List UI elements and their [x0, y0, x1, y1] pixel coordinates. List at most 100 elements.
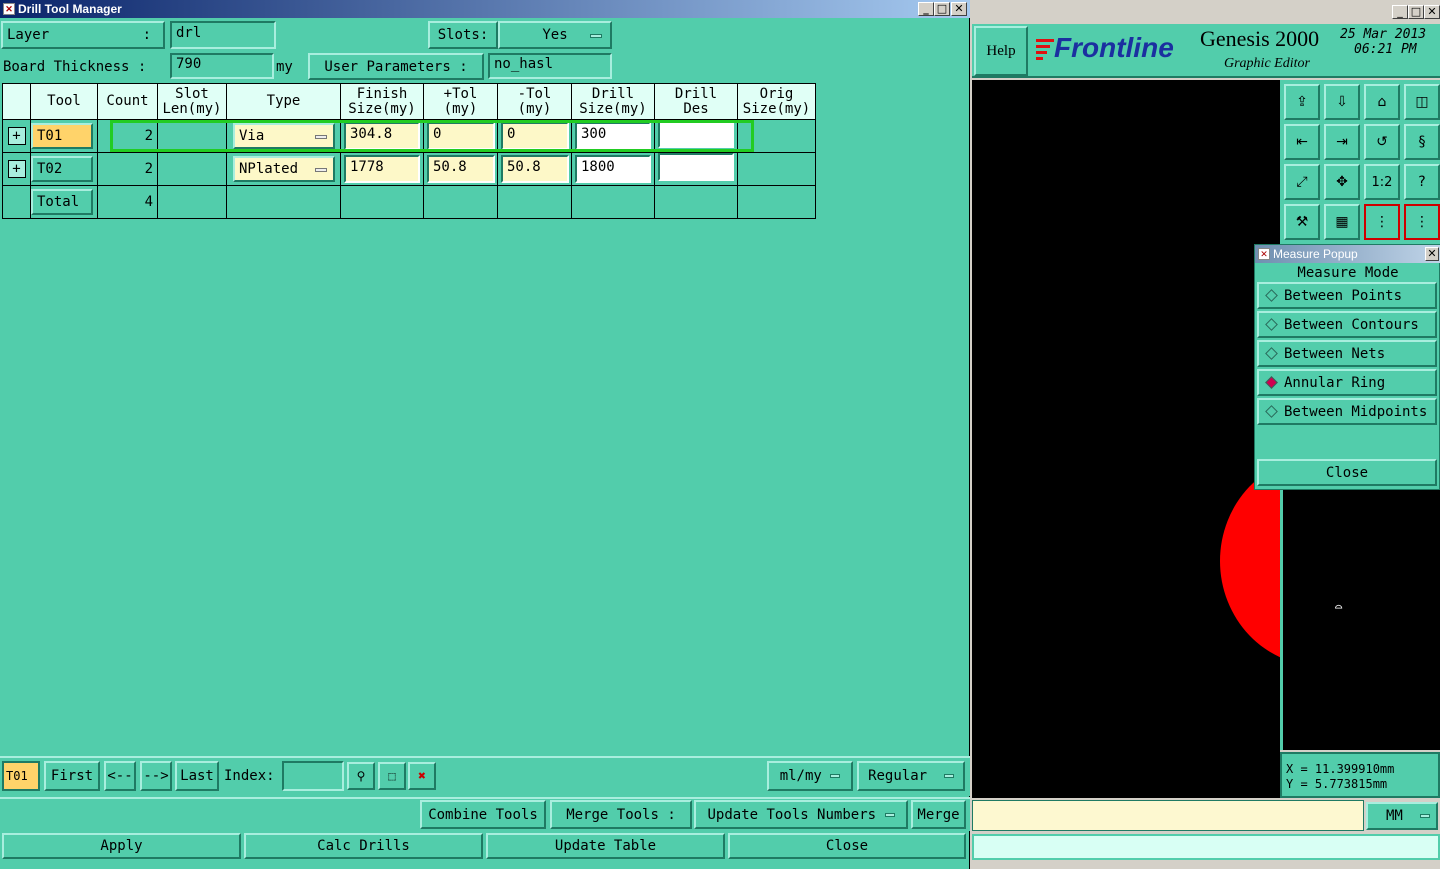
grid-icon[interactable]: ▦ [1324, 204, 1360, 240]
search-icon[interactable]: ⚲ [347, 762, 375, 790]
save-icon[interactable]: ⇩ [1324, 84, 1360, 120]
mode-value: Regular [868, 768, 928, 784]
layer-button[interactable]: Layer: [1, 21, 165, 49]
command-input[interactable] [972, 800, 1364, 831]
header-tool[interactable]: Tool [30, 83, 98, 120]
units-mm-select[interactable]: MM [1366, 802, 1438, 830]
user-parameters-button[interactable]: User Parameters : [308, 53, 484, 80]
minus-tol-input[interactable]: 0 [501, 122, 569, 150]
update-tools-numbers-select[interactable]: Update Tools Numbers [694, 800, 908, 829]
layer-field[interactable]: drl [170, 21, 276, 49]
board-thickness-field[interactable]: 790 [170, 53, 274, 79]
drill-des-cell[interactable] [654, 119, 738, 153]
measure-icon[interactable]: ⚒ [1284, 204, 1320, 240]
plus-tol-input[interactable]: 50.8 [427, 155, 495, 183]
graphic-canvas[interactable] [972, 80, 1280, 798]
option-between-points[interactable]: Between Points [1257, 282, 1437, 309]
drill-size-input[interactable]: 1800 [575, 155, 651, 183]
header-finish-size[interactable]: Finish Size(my) [340, 83, 424, 120]
mode-select[interactable]: Regular [857, 761, 965, 791]
header-plus-tol[interactable]: +Tol (my) [423, 83, 498, 120]
type-select[interactable]: Via [233, 123, 335, 149]
minus-tol-cell[interactable]: 50.8 [497, 152, 572, 186]
finish-size-cell[interactable]: 304.8 [340, 119, 424, 153]
plus-tol-input[interactable]: 0 [427, 122, 495, 150]
merge-button[interactable]: Merge [911, 800, 966, 829]
option-annular-ring[interactable]: Annular Ring [1257, 369, 1437, 396]
user-parameters-field[interactable]: no_hasl [488, 53, 612, 79]
first-button[interactable]: First [44, 761, 100, 791]
popup-close-button[interactable]: Close [1257, 459, 1437, 486]
type-select[interactable]: NPlated [233, 156, 335, 182]
undo-icon[interactable]: ↺ [1364, 124, 1400, 160]
header-drill-des[interactable]: Drill Des [654, 83, 738, 120]
zoom-left-icon[interactable]: ⇤ [1284, 124, 1320, 160]
header-type[interactable]: Type [226, 83, 341, 120]
header-orig-size[interactable]: Orig Size(my) [737, 83, 816, 120]
drill-size-cell[interactable]: 1800 [571, 152, 655, 186]
scale-icon[interactable]: 1:2 [1364, 164, 1400, 200]
minus-tol-input[interactable]: 50.8 [501, 155, 569, 183]
popup-close-icon[interactable]: ✕ [1425, 247, 1439, 261]
expand-icon[interactable]: + [7, 127, 26, 145]
finish-size-cell[interactable]: 1778 [340, 152, 424, 186]
expand-icon[interactable]: + [7, 160, 26, 178]
plus-tol-cell[interactable]: 0 [423, 119, 498, 153]
index-input[interactable] [282, 761, 344, 791]
slots-select[interactable]: Yes [498, 21, 612, 49]
option-between-contours[interactable]: Between Contours [1257, 311, 1437, 338]
minimize-button[interactable]: _ [1392, 5, 1408, 19]
snap-icon[interactable]: § [1404, 124, 1440, 160]
type-cell[interactable]: NPlated [226, 152, 341, 186]
zoom-right-icon[interactable]: ⇥ [1324, 124, 1360, 160]
plus-tol-cell[interactable]: 50.8 [423, 152, 498, 186]
type-cell[interactable]: Via [226, 119, 341, 153]
tool-cell[interactable]: T01 [30, 119, 98, 153]
window-layout-icon[interactable]: ◫ [1404, 84, 1440, 120]
tool-button[interactable]: T01 [31, 123, 93, 149]
drill-des-input[interactable] [658, 153, 734, 181]
zoom-home-icon[interactable]: ✥ [1324, 164, 1360, 200]
maximize-button[interactable]: □ [934, 2, 950, 16]
drill-des-cell[interactable] [654, 152, 738, 186]
home-icon[interactable]: ⌂ [1364, 84, 1400, 120]
header-count[interactable]: Count [97, 83, 158, 120]
minus-tol-cell[interactable]: 0 [497, 119, 572, 153]
help-button[interactable]: Help [974, 26, 1028, 76]
close-button[interactable]: Close [728, 833, 966, 859]
close-window-button[interactable]: ✕ [1424, 5, 1440, 19]
last-button[interactable]: Last [175, 761, 219, 791]
drill-des-input[interactable] [658, 120, 734, 148]
calc-drills-button[interactable]: Calc Drills [244, 833, 483, 859]
expand-cell[interactable]: + [2, 119, 31, 153]
open-job-icon[interactable]: ⇪ [1284, 84, 1320, 120]
header-drill-size[interactable]: Drill Size(my) [571, 83, 655, 120]
net-select-icon[interactable]: ⋮ [1404, 204, 1440, 240]
close-window-button[interactable]: ✕ [951, 2, 967, 16]
units-select[interactable]: ml/my [767, 761, 853, 791]
option-between-nets[interactable]: Between Nets [1257, 340, 1437, 367]
update-table-button[interactable]: Update Table [486, 833, 725, 859]
combine-tools-button[interactable]: Combine Tools [420, 800, 546, 829]
header-minus-tol[interactable]: -Tol (my) [497, 83, 572, 120]
apply-button[interactable]: Apply [2, 833, 241, 859]
delete-icon[interactable]: ✖ [408, 762, 436, 790]
minimize-button[interactable]: _ [918, 2, 934, 16]
select-icon[interactable]: ⬚ [378, 762, 406, 790]
expand-cell[interactable]: + [2, 152, 31, 186]
drill-size-input[interactable]: 300 [575, 122, 651, 150]
finish-size-input[interactable]: 304.8 [344, 122, 420, 150]
drill-size-cell[interactable]: 300 [571, 119, 655, 153]
finish-size-input[interactable]: 1778 [344, 155, 420, 183]
option-between-midpoints[interactable]: Between Midpoints [1257, 398, 1437, 425]
prev-button[interactable]: <-- [104, 761, 136, 791]
net-icon[interactable]: ⋮ [1364, 204, 1400, 240]
header-slot-len[interactable]: Slot Len(my) [157, 83, 227, 120]
query-icon[interactable]: ? [1404, 164, 1440, 200]
maximize-button[interactable]: □ [1408, 5, 1424, 19]
tool-button[interactable]: T02 [31, 156, 93, 182]
next-button[interactable]: --> [140, 761, 172, 791]
tool-cell[interactable]: T02 [30, 152, 98, 186]
zoom-fit-icon[interactable]: ⤢ [1284, 164, 1320, 200]
x-coordinate: X = 11.399910mm [1286, 762, 1395, 776]
